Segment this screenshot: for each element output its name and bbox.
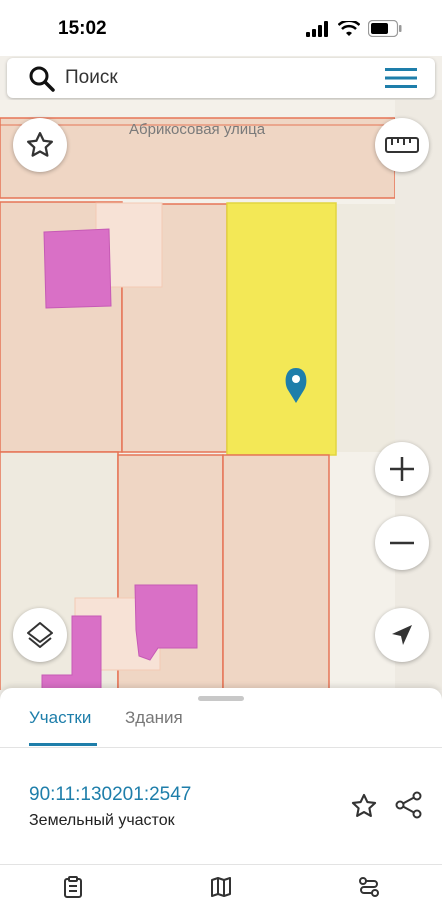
clipboard-icon[interactable] [62, 876, 84, 898]
selected-parcel[interactable] [226, 202, 337, 456]
minus-icon [390, 541, 414, 545]
street-label: Абрикосовая улица [129, 121, 266, 138]
share-icon[interactable] [394, 790, 424, 820]
building[interactable] [43, 228, 112, 309]
wifi-icon [338, 20, 360, 36]
status-bar: 15:02 [0, 0, 442, 56]
route-icon[interactable] [358, 876, 380, 898]
status-icons [306, 20, 402, 37]
layers-icon [27, 622, 53, 648]
map-canvas[interactable] [0, 100, 442, 690]
search-bar[interactable]: Поиск [7, 58, 435, 98]
tab-buildings[interactable]: Здания [125, 708, 183, 728]
layers-button[interactable] [13, 608, 67, 662]
favorites-button[interactable] [13, 118, 67, 172]
navigation-arrow-icon [392, 625, 412, 645]
search-icon[interactable] [29, 66, 55, 92]
battery-icon [368, 20, 402, 37]
divider [0, 747, 442, 748]
star-icon [27, 132, 53, 157]
bottom-nav-divider [0, 864, 442, 865]
menu-icon[interactable] [385, 67, 417, 89]
plus-icon [390, 457, 414, 481]
status-time: 15:02 [58, 18, 107, 39]
map-icon[interactable] [210, 876, 232, 898]
zoom-out-button[interactable] [375, 516, 429, 570]
parcel-type: Земельный участок [29, 812, 175, 829]
measure-button[interactable] [375, 118, 429, 172]
ruler-icon [385, 137, 419, 153]
search-input[interactable]: Поиск [65, 67, 118, 89]
cadastral-number-link[interactable]: 90:11:130201:2547 [29, 784, 191, 806]
my-location-button[interactable] [375, 608, 429, 662]
star-icon[interactable] [350, 792, 378, 820]
tab-indicator [29, 743, 97, 746]
signal-icon [306, 20, 328, 37]
parcel[interactable] [222, 454, 330, 690]
bottom-sheet[interactable]: Участки Здания 90:11:130201:2547 Земельн… [0, 688, 442, 910]
tab-parcels[interactable]: Участки [29, 708, 91, 728]
sheet-handle[interactable] [198, 696, 244, 701]
zoom-in-button[interactable] [375, 442, 429, 496]
map-view[interactable]: Абрикосовая улица [0, 100, 442, 690]
